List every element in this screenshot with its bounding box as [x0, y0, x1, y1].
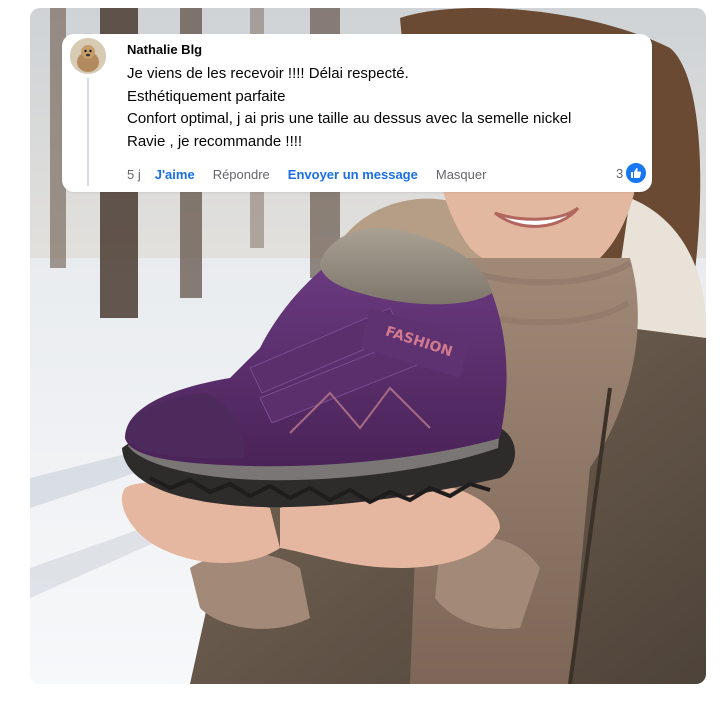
- comment-line: Je viens de les recevoir !!!! Délai resp…: [127, 65, 409, 82]
- like-button[interactable]: J'aime: [155, 167, 195, 182]
- reply-button[interactable]: Répondre: [213, 167, 270, 182]
- comment-author[interactable]: Nathalie Blg: [127, 42, 202, 57]
- reaction-summary[interactable]: 3: [616, 162, 648, 184]
- dog-avatar-icon: [70, 38, 106, 74]
- avatar[interactable]: [70, 38, 106, 74]
- send-message-button[interactable]: Envoyer un message: [288, 167, 418, 182]
- hide-button[interactable]: Masquer: [436, 167, 487, 182]
- thumbs-up-icon: [625, 162, 648, 184]
- comment-line: Confort optimal, j ai pris une taille au…: [127, 110, 572, 127]
- thread-line: [87, 78, 89, 186]
- comment-actions: 5 j J'aime Répondre Envoyer un message M…: [127, 166, 504, 182]
- comment-timestamp[interactable]: 5 j: [127, 167, 141, 182]
- comment-line: Esthétiquement parfaite: [127, 87, 286, 105]
- reaction-count: 3: [616, 165, 624, 181]
- comment-body: Je viens de les recevoir !!!! Délai resp…: [127, 63, 647, 153]
- comment-line: Ravie , je recommande !!!!: [127, 132, 303, 150]
